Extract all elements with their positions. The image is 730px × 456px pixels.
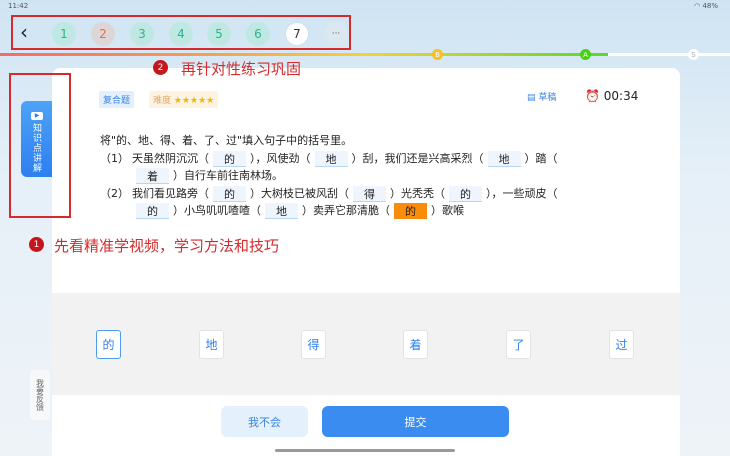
answer-blank[interactable]: 得 xyxy=(353,186,386,202)
question-6[interactable]: 6 xyxy=(246,22,270,46)
tip-1-text: 先看精准学视频，学习方法和技巧 xyxy=(54,237,280,255)
answer-blank-active[interactable]: 的 xyxy=(394,203,427,219)
timer: ⏰ 00:34 xyxy=(585,89,638,103)
answer-blank[interactable]: 着 xyxy=(136,168,169,184)
draft-icon: ▤ xyxy=(527,93,536,103)
question-3[interactable]: 3 xyxy=(130,22,154,46)
item-1-number: （1） xyxy=(100,152,129,165)
answer-blank[interactable]: 的 xyxy=(213,186,246,202)
alarm-clock-icon: ⏰ xyxy=(585,89,600,103)
question-card xyxy=(52,68,680,456)
back-button[interactable]: ‹ xyxy=(20,22,28,42)
grade-mark-a: A xyxy=(580,49,591,60)
difficulty-badge: 难度 ★★★★★ xyxy=(149,91,219,108)
submit-button[interactable]: 提交 xyxy=(322,406,509,437)
status-time: 11:42 xyxy=(8,2,29,10)
tip-2-text: 再针对性练习巩固 xyxy=(181,60,302,78)
question-1[interactable]: 1 xyxy=(52,22,76,46)
sentence-2-line-2: 的）小鸟叽叽喳喳（地）卖弄它那清脆（的）歌喉 xyxy=(132,202,464,219)
draft-button[interactable]: ▤ 草稿 xyxy=(527,90,556,103)
answer-blank[interactable]: 的 xyxy=(449,186,482,202)
answer-blank[interactable]: 地 xyxy=(487,151,521,167)
status-battery: ◠ 48% xyxy=(694,2,718,10)
tip-1-badge: 1 xyxy=(29,237,44,252)
answer-blank[interactable]: 地 xyxy=(314,151,348,167)
difficulty-stars: ★★★★★ xyxy=(173,96,215,106)
question-4[interactable]: 4 xyxy=(169,22,193,46)
progress-fill xyxy=(0,53,608,56)
question-5[interactable]: 5 xyxy=(207,22,231,46)
option-di[interactable]: 地 xyxy=(199,330,224,359)
timer-value: 00:34 xyxy=(603,89,639,103)
difficulty-label: 难度 xyxy=(153,96,172,106)
sentence-2-line-1: 我们看见路旁（的）大树枝已被风刮（得）光秃秃（的），一些顽皮（ xyxy=(132,186,558,202)
grade-mark-s: S xyxy=(688,49,699,60)
more-questions-button[interactable]: ··· xyxy=(324,22,348,46)
question-7[interactable]: 7 xyxy=(285,22,309,46)
answer-blank[interactable]: 的 xyxy=(213,151,246,167)
options-panel xyxy=(52,293,680,395)
play-video-icon: ▶ xyxy=(31,112,43,120)
item-2-number: （2） xyxy=(100,187,129,200)
tip-2-badge: 2 xyxy=(153,60,168,75)
battery-level: 48% xyxy=(702,2,718,10)
feedback-button[interactable]: 我要反馈 xyxy=(30,370,50,420)
answer-blank[interactable]: 的 xyxy=(136,203,169,219)
option-guo[interactable]: 过 xyxy=(609,330,634,359)
answer-blank[interactable]: 地 xyxy=(265,203,298,219)
option-le[interactable]: 了 xyxy=(506,330,531,359)
sentence-1-line-1: 天虽然阴沉沉（的），风使劲（地）刮，我们还是兴高采烈（地）踏（ xyxy=(132,151,558,167)
question-type-badge: 复合题 xyxy=(99,91,135,108)
question-2[interactable]: 2 xyxy=(91,22,115,46)
skip-button[interactable]: 我不会 xyxy=(221,406,308,437)
question-prompt: 将"的、地、得、着、了、过"填入句子中的括号里。 xyxy=(100,134,353,147)
option-de[interactable]: 的 xyxy=(96,330,121,359)
option-zhe[interactable]: 着 xyxy=(403,330,428,359)
grade-mark-b: B xyxy=(432,49,443,60)
draft-label: 草稿 xyxy=(538,93,557,103)
sentence-1-line-2: 着）自行车前往南林场。 xyxy=(132,167,283,184)
home-indicator[interactable] xyxy=(275,449,455,452)
option-de2[interactable]: 得 xyxy=(301,330,326,359)
